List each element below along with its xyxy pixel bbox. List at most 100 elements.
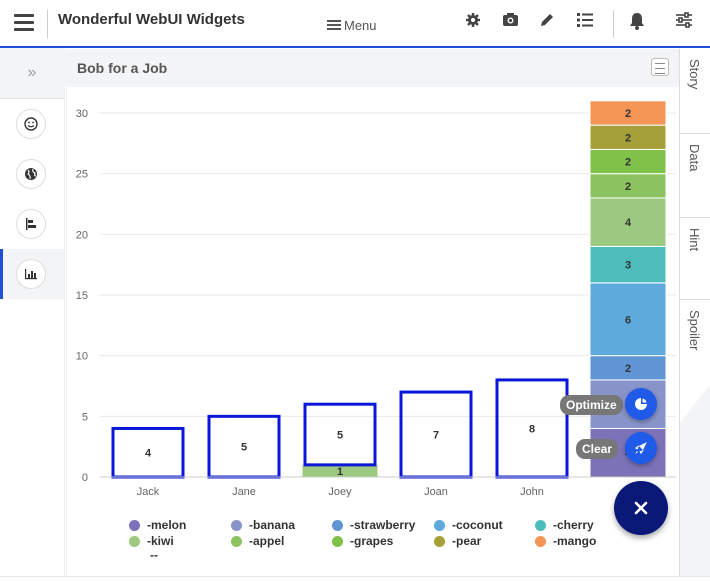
legend-item-grapes[interactable]: -grapes [332, 534, 393, 548]
sidebar-item-chart[interactable] [0, 249, 64, 299]
y-tick-label: 30 [76, 108, 88, 120]
clear-button[interactable] [625, 432, 657, 464]
y-tick-label: 25 [76, 169, 88, 181]
rocket-icon [634, 442, 647, 455]
tab-data[interactable]: Data [680, 134, 710, 218]
legend-swatch [434, 519, 445, 531]
legend-swatch [434, 535, 445, 547]
bar-value-label: 3 [625, 260, 631, 272]
tab-spoiler[interactable]: Spoiler [680, 300, 710, 383]
clear-label[interactable]: Clear [576, 439, 619, 459]
align-icon [16, 209, 46, 239]
y-tick-label: 10 [76, 351, 88, 363]
bar-value-label: 2 [625, 132, 631, 144]
legend-swatch [535, 535, 546, 547]
list-icon[interactable] [575, 12, 595, 32]
settings-icon[interactable] [463, 12, 483, 32]
legend-label: -banana [249, 518, 296, 532]
sidebar-item-smiley[interactable] [0, 99, 64, 149]
job-box-value: 7 [433, 430, 439, 442]
bar-value-label: 2 [625, 108, 631, 120]
legend-item-kiwi[interactable]: -kiwi [129, 534, 174, 548]
sidebar-item-align[interactable] [0, 199, 64, 249]
close-icon [634, 501, 648, 515]
legend-label: -cherry [553, 518, 594, 532]
bar-value-label: 2 [625, 157, 631, 169]
close-fab-button[interactable] [614, 481, 668, 535]
smiley-icon [16, 109, 46, 139]
bar-value-label: 1 [337, 466, 343, 478]
hamburger-icon[interactable] [14, 14, 34, 32]
camera-icon[interactable] [500, 12, 520, 32]
legend-label: -appel [249, 534, 285, 548]
panel-menu-icon[interactable] [651, 58, 669, 76]
y-tick-label: 5 [82, 411, 88, 423]
bar-value-label: 2 [625, 181, 631, 193]
x-tick-label: Jane [232, 486, 256, 498]
legend-label: -mango [553, 534, 597, 548]
menu-label: Menu [344, 18, 377, 33]
legend-item-mango[interactable]: -mango [535, 534, 596, 548]
divider [47, 10, 48, 38]
tab-hint[interactable]: Hint [680, 218, 710, 300]
right-tab-bar: Story Data Hint Spoiler [679, 49, 710, 576]
optimize-button[interactable] [625, 388, 657, 420]
legend-item-coconut[interactable]: -coconut [434, 518, 503, 532]
legend-label: -pear [452, 534, 482, 548]
legend-swatch [231, 535, 242, 547]
globe-icon [16, 159, 46, 189]
job-box-value: 4 [145, 448, 152, 460]
page-fold [680, 383, 710, 423]
app-title: Wonderful WebUI Widgets [58, 11, 245, 28]
x-tick-label: Jack [137, 486, 160, 498]
bell-icon[interactable] [627, 12, 647, 32]
sliders-icon[interactable] [674, 12, 694, 32]
legend-more[interactable]: -- [150, 548, 158, 562]
legend-swatch [332, 535, 343, 547]
job-box-value: 5 [241, 442, 247, 454]
panel-header: Bob for a Job [64, 49, 679, 87]
bar-value-label: 2 [625, 363, 631, 375]
y-tick-label: 20 [76, 229, 88, 241]
x-tick-label: Joan [424, 486, 448, 498]
menu-icon [327, 19, 341, 32]
bar-value-label: 4 [625, 217, 632, 229]
x-tick-label: John [520, 486, 544, 498]
bar-value-label: 6 [625, 314, 631, 326]
top-bar: Wonderful WebUI Widgets Menu [0, 0, 710, 48]
tab-story-label: Story [687, 59, 702, 90]
legend-item-strawberry[interactable]: -strawberry [332, 518, 415, 532]
panel-title: Bob for a Job [77, 60, 168, 76]
legend-swatch [332, 519, 343, 531]
y-tick-label: 15 [76, 290, 88, 302]
y-tick-label: 0 [82, 472, 88, 484]
chart-icon [16, 259, 46, 289]
legend-label: -strawberry [350, 518, 416, 532]
legend-item-appel[interactable]: -appel [231, 534, 284, 548]
tab-story[interactable]: Story [680, 49, 710, 134]
legend-item-cherry[interactable]: -cherry [535, 518, 594, 532]
tab-spoiler-label: Spoiler [687, 310, 702, 351]
divider [613, 10, 614, 38]
legend-swatch [129, 519, 140, 531]
legend-item-banana[interactable]: -banana [231, 518, 295, 532]
left-sidebar: » [0, 48, 65, 583]
chart-area: 051015202530JackJaneJoeyJoanJohnm4426314… [66, 88, 680, 576]
optimize-label[interactable]: Optimize [560, 395, 623, 415]
legend-swatch [231, 519, 242, 531]
legend-label: -grapes [350, 534, 394, 548]
expand-sidebar-button[interactable]: » [0, 48, 64, 99]
optimize-icon [635, 398, 647, 410]
sidebar-item-globe[interactable] [0, 149, 64, 199]
legend-swatch [129, 535, 140, 547]
menu-button[interactable]: Menu [327, 18, 377, 33]
tab-data-label: Data [687, 144, 702, 172]
legend-label: -kiwi [147, 534, 174, 548]
legend-item-melon[interactable]: -melon [129, 518, 186, 532]
job-box-value: 8 [529, 423, 535, 435]
pencil-icon[interactable] [537, 12, 557, 32]
legend-label: -melon [147, 518, 187, 532]
x-tick-label: Joey [328, 486, 352, 498]
legend-swatch [535, 519, 546, 531]
legend-item-pear[interactable]: -pear [434, 534, 481, 548]
